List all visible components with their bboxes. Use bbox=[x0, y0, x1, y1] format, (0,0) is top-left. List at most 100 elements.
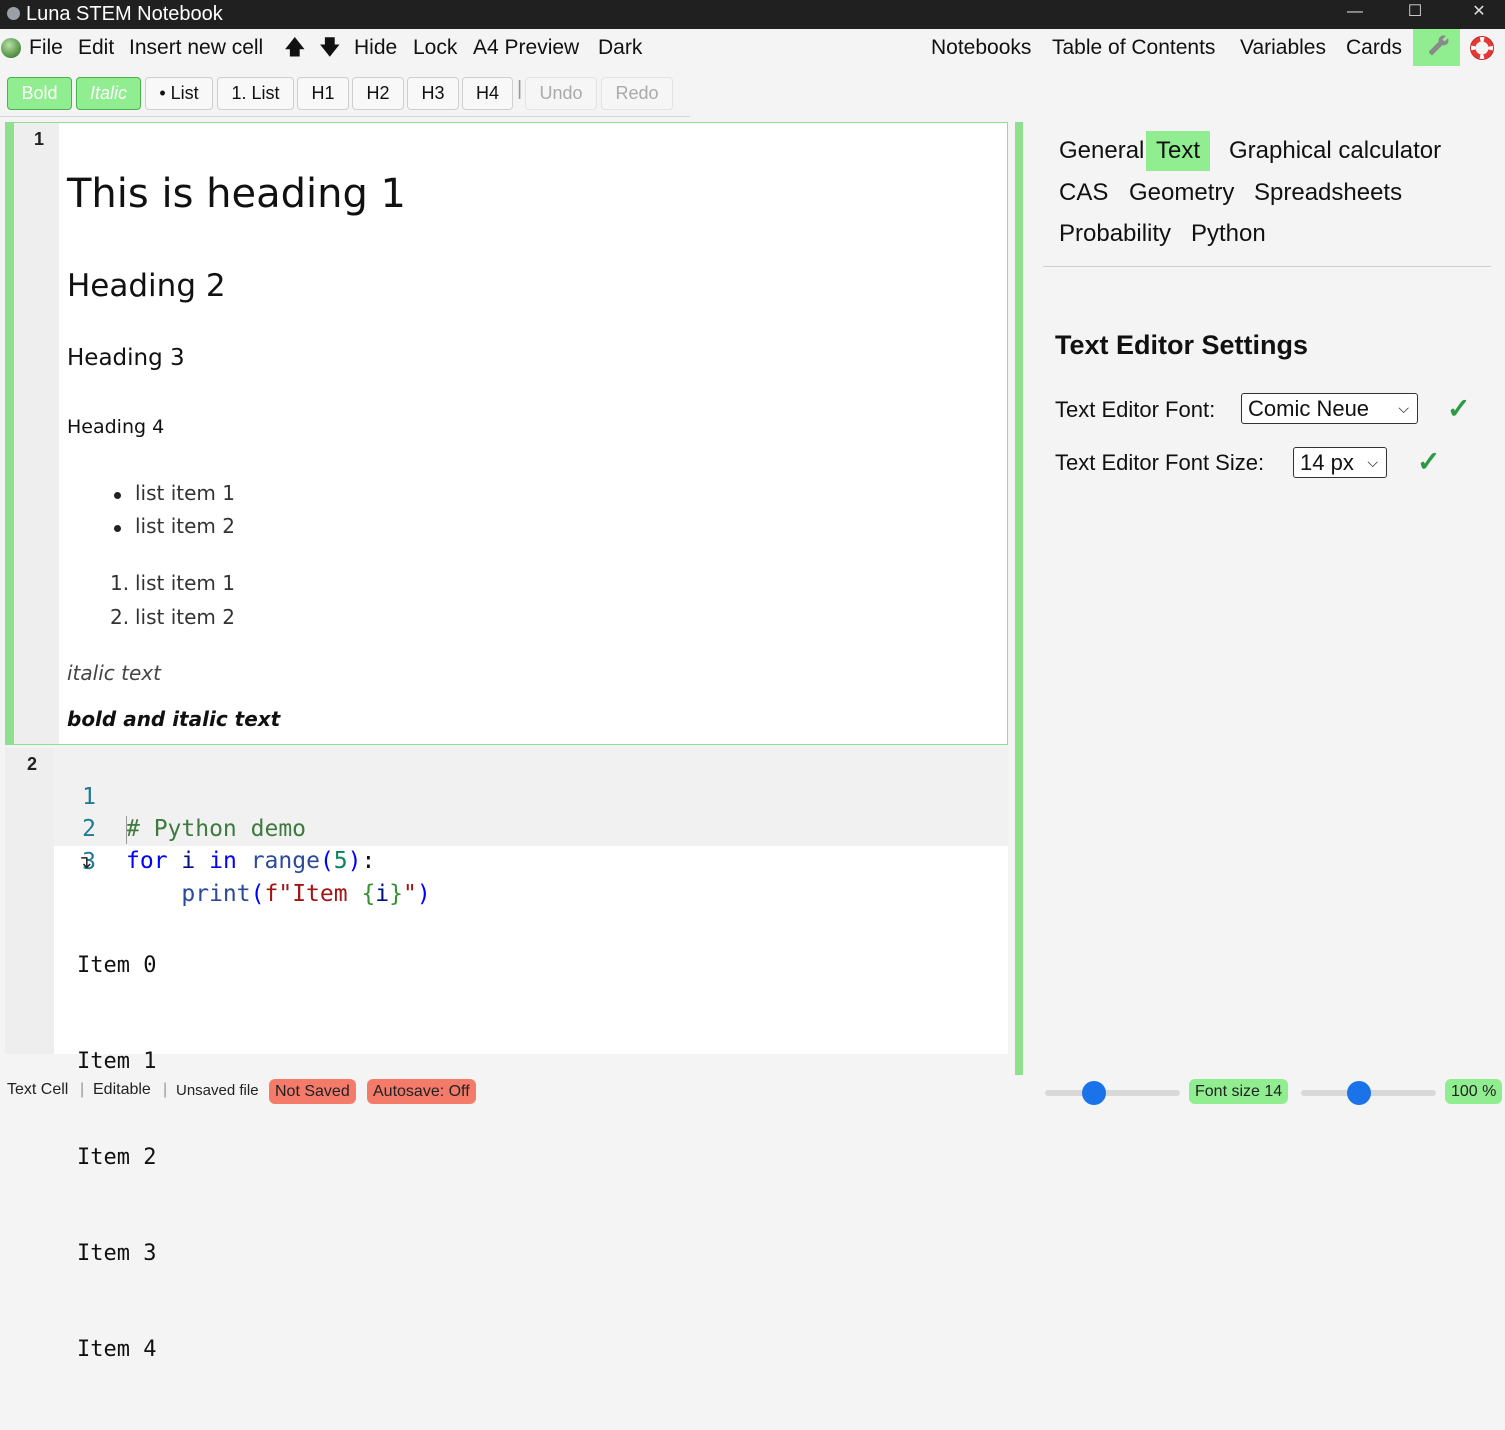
menu-hide[interactable]: Hide bbox=[354, 35, 397, 61]
status-separator: | bbox=[163, 1081, 168, 1098]
tab-graphical-calculator[interactable]: Graphical calculator bbox=[1219, 131, 1451, 171]
bullet-marker bbox=[114, 525, 121, 532]
menu-notebooks[interactable]: Notebooks bbox=[931, 35, 1031, 61]
autosave-badge[interactable]: Autosave: Off bbox=[367, 1079, 476, 1104]
menu-cards[interactable]: Cards bbox=[1346, 35, 1402, 61]
check-icon: ✓ bbox=[1417, 446, 1441, 477]
heading-4: Heading 4 bbox=[67, 416, 165, 438]
italic-text: italic text bbox=[67, 661, 161, 685]
zoom-slider[interactable] bbox=[1301, 1081, 1436, 1105]
numbered-marker: 1. bbox=[110, 571, 130, 595]
settings-title: Text Editor Settings bbox=[1055, 330, 1309, 360]
settings-button[interactable] bbox=[1413, 29, 1460, 66]
status-separator: | bbox=[80, 1081, 85, 1098]
zoom-slider-thumb[interactable] bbox=[1347, 1081, 1372, 1105]
tab-text[interactable]: Text bbox=[1146, 131, 1211, 171]
text-cell[interactable]: 1 This is heading 1 Heading 2 Heading 3 … bbox=[5, 122, 1008, 745]
tab-geometry[interactable]: Geometry bbox=[1119, 173, 1244, 213]
code-line: print(f"Item {i}") bbox=[181, 881, 431, 907]
app-gear-icon bbox=[7, 7, 20, 20]
h1-button[interactable]: H1 bbox=[297, 77, 349, 110]
indent-guide bbox=[126, 816, 127, 844]
redo-button[interactable]: Redo bbox=[601, 77, 673, 110]
status-bar: Text Cell | Editable | Unsaved file Not … bbox=[0, 1077, 1505, 1105]
check-icon: ✓ bbox=[1447, 393, 1471, 424]
font-size-select-value: 14 px bbox=[1300, 450, 1354, 475]
output-line: Item 2 bbox=[77, 1145, 157, 1170]
code-output: Item 0 Item 1 Item 2 Item 3 Item 4 bbox=[77, 886, 156, 1430]
tab-python[interactable]: Python bbox=[1181, 214, 1276, 254]
bullet-list-button[interactable]: • List bbox=[145, 77, 213, 110]
cell-number: 1 bbox=[34, 129, 45, 149]
bullet-marker bbox=[114, 492, 121, 499]
window-title: Luna STEM Notebook bbox=[26, 3, 223, 25]
toolbar-separator: | bbox=[517, 78, 523, 100]
tab-probability[interactable]: Probability bbox=[1049, 214, 1181, 254]
font-size-slider[interactable] bbox=[1045, 1081, 1180, 1105]
undo-button[interactable]: Undo bbox=[525, 77, 597, 110]
numbered-list-item: list item 2 bbox=[135, 605, 235, 629]
numbered-list-button[interactable]: 1. List bbox=[217, 77, 294, 110]
cell-gutter: 2 bbox=[5, 748, 54, 1054]
font-size-label: Text Editor Font Size: bbox=[1055, 450, 1265, 475]
format-toolbar: Bold Italic • List 1. List H1 H2 H3 H4 U… bbox=[0, 67, 690, 117]
menu-file[interactable]: File bbox=[29, 35, 63, 61]
tab-general[interactable]: General bbox=[1049, 131, 1154, 171]
menu-insert-new-cell[interactable]: Insert new cell bbox=[129, 35, 263, 61]
output-line: Item 0 bbox=[77, 953, 157, 978]
file-status: Unsaved file bbox=[176, 1082, 259, 1099]
window-title-bar: Luna STEM Notebook — ☐ ✕ bbox=[0, 0, 1505, 29]
h2-button[interactable]: H2 bbox=[352, 77, 404, 110]
bold-italic-text: bold and italic text bbox=[67, 707, 281, 731]
menu-lock[interactable]: Lock bbox=[413, 35, 457, 61]
zoom-badge: 100 % bbox=[1445, 1079, 1503, 1104]
tab-cas[interactable]: CAS bbox=[1049, 173, 1118, 213]
h3-button[interactable]: H3 bbox=[407, 77, 459, 110]
minimize-button[interactable]: — bbox=[1332, 0, 1378, 29]
settings-panel: General Text Graphical calculator CAS Ge… bbox=[1015, 122, 1505, 1075]
code-editor[interactable]: 1 # Python demo 2 for i in range(5): 3 p… bbox=[54, 748, 1008, 907]
menu-variables[interactable]: Variables bbox=[1240, 35, 1326, 61]
app-logo-icon bbox=[1, 38, 21, 58]
menu-bar: File Edit Insert new cell 🡅 🡇 Hide Lock … bbox=[0, 29, 1505, 67]
chevron-down-icon: ⌵ bbox=[1367, 454, 1378, 470]
output-line: Item 3 bbox=[77, 1241, 157, 1266]
output-line: Item 4 bbox=[77, 1337, 157, 1362]
font-size-slider-thumb[interactable] bbox=[1081, 1081, 1106, 1105]
cell-number: 2 bbox=[27, 754, 38, 774]
output-line: Item 1 bbox=[77, 1049, 157, 1074]
italic-button[interactable]: Italic bbox=[76, 77, 141, 110]
notebook-area: 1 This is heading 1 Heading 2 Heading 3 … bbox=[5, 122, 1008, 1362]
heading-2: Heading 2 bbox=[67, 268, 226, 304]
bullet-list-item: list item 2 bbox=[135, 514, 235, 538]
font-label: Text Editor Font: bbox=[1055, 397, 1216, 422]
save-status-badge[interactable]: Not Saved bbox=[269, 1079, 356, 1104]
move-cell-up-icon[interactable]: 🡅 bbox=[284, 35, 306, 61]
menu-edit[interactable]: Edit bbox=[78, 35, 114, 61]
h4-button[interactable]: H4 bbox=[462, 77, 513, 110]
cell-gutter: 1 bbox=[14, 123, 59, 744]
font-size-select[interactable]: 14 px ⌵ bbox=[1293, 447, 1387, 478]
heading-3: Heading 3 bbox=[67, 345, 185, 371]
chevron-down-icon: ⌵ bbox=[1398, 400, 1409, 416]
bullet-list-item: list item 1 bbox=[135, 481, 235, 505]
menu-a4-preview[interactable]: A4 Preview bbox=[473, 35, 579, 61]
wrench-icon bbox=[1428, 35, 1449, 56]
numbered-marker: 2. bbox=[110, 605, 130, 629]
font-size-badge: Font size 14 bbox=[1189, 1079, 1289, 1104]
tab-spreadsheets[interactable]: Spreadsheets bbox=[1244, 173, 1412, 213]
close-button[interactable]: ✕ bbox=[1456, 0, 1502, 29]
font-select[interactable]: Comic Neue ⌵ bbox=[1241, 393, 1418, 424]
bold-button[interactable]: Bold bbox=[7, 77, 72, 110]
menu-table-of-contents[interactable]: Table of Contents bbox=[1052, 35, 1215, 61]
code-cell[interactable]: 2 1 # Python demo 2 for i in range(5): 3… bbox=[5, 748, 1008, 1362]
menu-dark[interactable]: Dark bbox=[598, 35, 642, 61]
move-cell-down-icon[interactable]: 🡇 bbox=[319, 35, 341, 61]
maximize-button[interactable]: ☐ bbox=[1392, 0, 1438, 29]
edit-mode-status[interactable]: Editable bbox=[93, 1081, 151, 1099]
heading-1: This is heading 1 bbox=[67, 171, 407, 217]
numbered-list-item: list item 1 bbox=[135, 571, 235, 595]
output-arrow-icon: ↴ bbox=[77, 852, 93, 872]
lifebuoy-icon[interactable] bbox=[1470, 36, 1494, 60]
font-select-value: Comic Neue bbox=[1248, 396, 1370, 421]
